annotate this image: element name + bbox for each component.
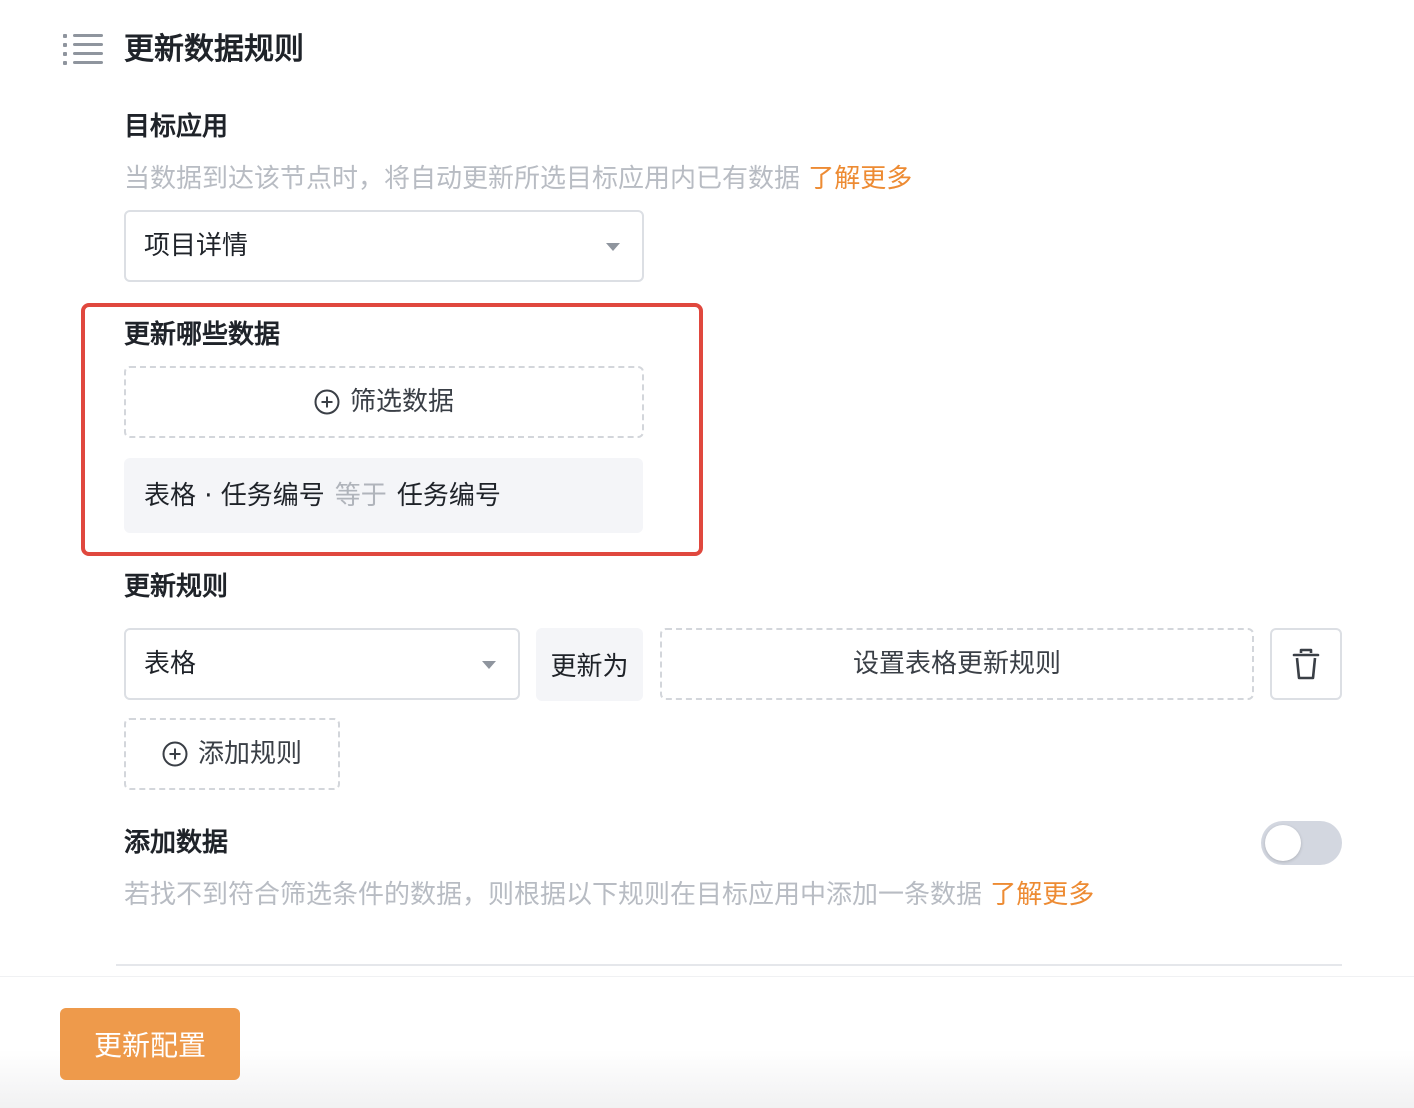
add-circle-icon [314, 389, 340, 415]
learn-more-link[interactable]: 了解更多 [808, 164, 912, 194]
add-data-hint: 若找不到符合筛选条件的数据，则根据以下规则在目标应用中添加一条数据 了解更多 [124, 878, 1094, 912]
list-icon [63, 34, 103, 65]
condition-value: 任务编号 [396, 480, 501, 511]
filter-data-button-label: 筛选数据 [349, 387, 454, 417]
add-data-toggle[interactable] [1261, 821, 1342, 865]
filter-condition[interactable]: 表格 · 任务编号 等于 任务编号 [124, 458, 643, 533]
update-to-label: 更新为 [536, 628, 643, 701]
target-app-select[interactable]: 项目详情 [124, 210, 644, 282]
add-rule-button[interactable]: 添加规则 [124, 718, 340, 790]
add-rule-button-label: 添加规则 [197, 739, 302, 769]
divider [116, 964, 1342, 966]
rule-field-select[interactable]: 表格 [124, 628, 520, 700]
add-circle-icon [162, 741, 188, 767]
update-data-rule-panel: 更新数据规则 目标应用 当数据到达该节点时，将自动更新所选目标应用内已有数据 了… [0, 0, 1414, 1108]
condition-field: 表格 · 任务编号 [144, 480, 325, 511]
chevron-down-icon [482, 661, 496, 669]
page-title: 更新数据规则 [124, 32, 304, 67]
toggle-knob [1265, 825, 1301, 861]
target-app-select-value: 项目详情 [144, 231, 249, 261]
filter-data-button[interactable]: 筛选数据 [124, 366, 644, 438]
condition-operator: 等于 [334, 480, 387, 511]
learn-more-link[interactable]: 了解更多 [990, 880, 1094, 910]
update-rules-label: 更新规则 [124, 572, 229, 602]
set-table-rule-button[interactable]: 设置表格更新规则 [660, 628, 1254, 700]
chevron-down-icon [606, 243, 620, 251]
target-app-label: 目标应用 [124, 112, 229, 142]
add-data-hint-text: 若找不到符合筛选条件的数据，则根据以下规则在目标应用中添加一条数据 [124, 880, 983, 910]
add-data-label: 添加数据 [124, 828, 229, 858]
target-app-hint: 当数据到达该节点时，将自动更新所选目标应用内已有数据 了解更多 [124, 162, 912, 196]
delete-rule-button[interactable] [1270, 628, 1342, 700]
target-app-hint-text: 当数据到达该节点时，将自动更新所选目标应用内已有数据 [124, 164, 801, 194]
set-table-rule-label: 设置表格更新规则 [852, 649, 1061, 679]
which-data-label: 更新哪些数据 [124, 320, 281, 350]
rule-field-select-value: 表格 [144, 649, 197, 679]
trash-icon [1292, 648, 1320, 680]
update-config-button[interactable]: 更新配置 [60, 1008, 240, 1080]
